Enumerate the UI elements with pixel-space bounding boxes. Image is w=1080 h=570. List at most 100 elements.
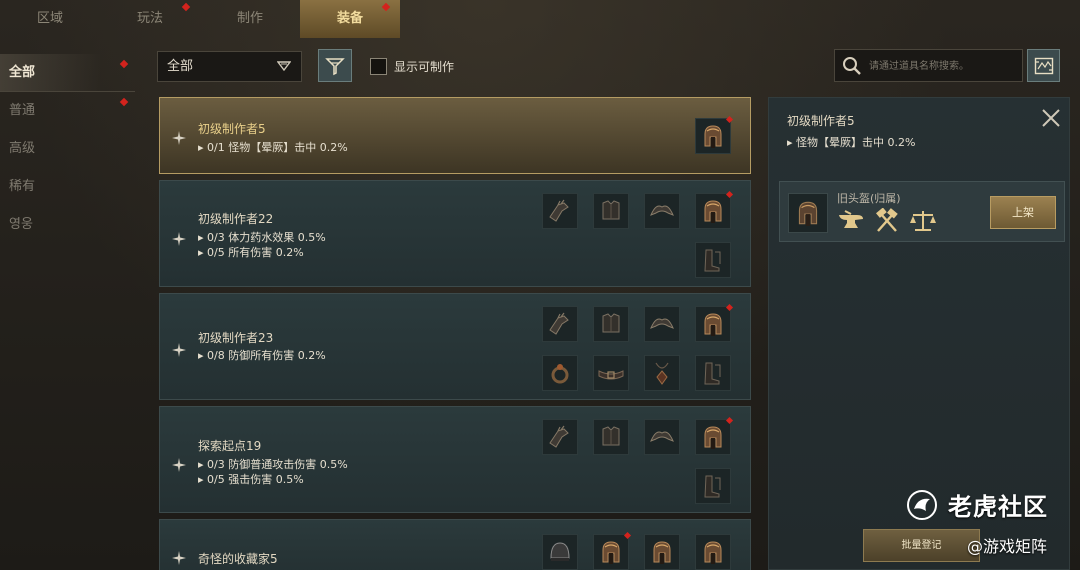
show-craftable-checkbox[interactable] bbox=[370, 58, 387, 75]
equipment-slot[interactable] bbox=[695, 534, 731, 570]
map-button[interactable] bbox=[1027, 49, 1060, 82]
set-card-title: 奇怪的收藏家5 bbox=[198, 552, 278, 566]
equipment-slot[interactable] bbox=[593, 306, 629, 342]
craft-icon-row bbox=[837, 207, 937, 234]
notification-dot bbox=[119, 97, 129, 107]
chevron-down-icon bbox=[277, 61, 291, 71]
set-card-effect: ▸ 0/5 强击伤害 0.5% bbox=[198, 473, 304, 486]
tab-0[interactable]: 区域 bbox=[0, 0, 100, 38]
set-star-icon bbox=[172, 342, 186, 357]
set-card[interactable]: 初级制作者23 ▸ 0/8 防御所有伤害 0.2% bbox=[159, 293, 751, 400]
boots-icon bbox=[704, 362, 721, 385]
scales-icon bbox=[909, 208, 937, 234]
tab-3[interactable]: 装备 bbox=[300, 0, 400, 38]
set-card[interactable]: 初级制作者5 ▸ 0/1 怪物【晕厥】击中 0.2% bbox=[159, 97, 751, 174]
boots-icon bbox=[704, 475, 721, 498]
sidebar-item-2[interactable]: 高级 bbox=[0, 130, 135, 168]
tab-label: 制作 bbox=[236, 11, 263, 26]
batch-register-button[interactable]: 批量登记 bbox=[863, 529, 980, 562]
set-card-title: 初级制作者22 bbox=[198, 212, 274, 226]
equipment-slot[interactable] bbox=[542, 534, 578, 570]
set-card[interactable]: 奇怪的收藏家5 bbox=[159, 519, 751, 570]
list-for-sale-button[interactable]: 上架 bbox=[990, 196, 1056, 229]
equipment-slot[interactable] bbox=[644, 534, 680, 570]
sidebar-item-3[interactable]: 稀有 bbox=[0, 168, 135, 206]
equipment-slot[interactable] bbox=[695, 242, 731, 278]
search-input[interactable] bbox=[869, 56, 1019, 76]
equipment-slot[interactable] bbox=[593, 419, 629, 455]
notification-dot bbox=[725, 115, 734, 124]
sidebar-item-4[interactable]: 영웅 bbox=[0, 206, 135, 244]
equipment-slot[interactable] bbox=[542, 306, 578, 342]
category-sidebar: 全部普通高级 稀有 영웅 bbox=[0, 54, 135, 244]
set-card[interactable]: 初级制作者22 ▸ 0/3 体力药水效果 0.5% ▸ 0/5 所有伤害 0.2% bbox=[159, 180, 751, 287]
equipment-slot[interactable] bbox=[644, 419, 680, 455]
show-craftable-label: 显示可制作 bbox=[394, 60, 455, 74]
set-star-icon bbox=[172, 550, 186, 565]
helmet-icon bbox=[602, 541, 620, 564]
set-card-title: 初级制作者5 bbox=[198, 122, 266, 136]
equipment-slot[interactable] bbox=[644, 193, 680, 229]
equipment-slot[interactable] bbox=[695, 416, 734, 455]
set-card[interactable]: 探索起点19 ▸ 0/3 防御普通攻击伤害 0.5% ▸ 0/5 强击伤害 0.5% bbox=[159, 406, 751, 513]
gauntlet-icon bbox=[549, 312, 569, 335]
sidebar-item-1[interactable]: 普通 bbox=[0, 92, 135, 130]
helmet-icon bbox=[653, 541, 671, 564]
set-card-title: 探索起点19 bbox=[198, 439, 262, 453]
tab-1[interactable]: 玩法 bbox=[100, 0, 200, 38]
helmet-icon bbox=[704, 125, 722, 148]
equipment-slot[interactable] bbox=[695, 468, 731, 504]
watermark-logo-icon bbox=[907, 490, 937, 520]
equipment-slot[interactable] bbox=[542, 419, 578, 455]
top-tab-bar: 区域 玩法 制作 装备 bbox=[0, 0, 400, 38]
equipment-slot[interactable] bbox=[593, 355, 629, 391]
tab-label: 玩法 bbox=[136, 11, 163, 26]
notification-dot bbox=[381, 2, 391, 12]
notification-dot bbox=[181, 2, 191, 12]
ring-icon bbox=[551, 364, 569, 384]
round-helmet-icon bbox=[550, 542, 570, 561]
notification-dot bbox=[725, 303, 734, 312]
set-card-effect: ▸ 0/1 怪物【晕厥】击中 0.2% bbox=[198, 141, 348, 154]
detail-effect: ▸ 怪物【晕厥】击中 0.2% bbox=[787, 136, 916, 149]
grade-dropdown[interactable]: 全部 bbox=[157, 51, 302, 82]
equipment-name: 旧头盔(归属) bbox=[837, 192, 901, 205]
grade-dropdown-value: 全部 bbox=[167, 59, 194, 74]
helmet-icon bbox=[704, 426, 722, 449]
equipment-entry[interactable]: 旧头盔(归属) 上架 bbox=[779, 181, 1065, 242]
helmet-icon bbox=[798, 201, 818, 226]
sidebar-item-label: 普通 bbox=[9, 103, 36, 118]
anvil-icon bbox=[837, 208, 865, 234]
chest-armor-icon bbox=[602, 200, 620, 220]
shoulder-icon bbox=[650, 318, 674, 329]
filter-button[interactable] bbox=[318, 49, 352, 82]
gauntlet-icon bbox=[549, 425, 569, 448]
equipment-slot[interactable] bbox=[542, 355, 578, 391]
helmet-icon bbox=[704, 541, 722, 564]
equipment-slot[interactable] bbox=[593, 531, 632, 570]
notification-dot bbox=[725, 190, 734, 199]
set-card-effect: ▸ 0/3 体力药水效果 0.5% bbox=[198, 231, 326, 244]
chest-armor-icon bbox=[602, 313, 620, 333]
sidebar-item-0[interactable]: 全部 bbox=[0, 54, 135, 92]
set-card-title: 初级制作者23 bbox=[198, 331, 274, 345]
crossed-hammers-icon bbox=[873, 207, 901, 234]
equipment-slot[interactable] bbox=[695, 115, 734, 154]
equipment-slot[interactable] bbox=[695, 355, 731, 391]
boots-icon bbox=[704, 249, 721, 272]
set-star-icon bbox=[172, 457, 186, 472]
tab-2[interactable]: 制作 bbox=[200, 0, 300, 38]
map-icon bbox=[1034, 57, 1053, 74]
equipment-slot[interactable] bbox=[695, 303, 734, 342]
equipment-slot[interactable] bbox=[593, 193, 629, 229]
notification-dot bbox=[725, 416, 734, 425]
set-card-effect: ▸ 0/5 所有伤害 0.2% bbox=[198, 246, 304, 259]
search-box[interactable] bbox=[834, 49, 1023, 82]
equipment-slot[interactable] bbox=[644, 306, 680, 342]
equipment-slot[interactable] bbox=[695, 190, 734, 229]
close-icon[interactable] bbox=[1039, 106, 1063, 130]
equipment-slot[interactable] bbox=[542, 193, 578, 229]
sidebar-item-label: 영웅 bbox=[9, 217, 33, 232]
watermark-title: 老虎社区 bbox=[948, 493, 1048, 521]
equipment-slot[interactable] bbox=[644, 355, 680, 391]
